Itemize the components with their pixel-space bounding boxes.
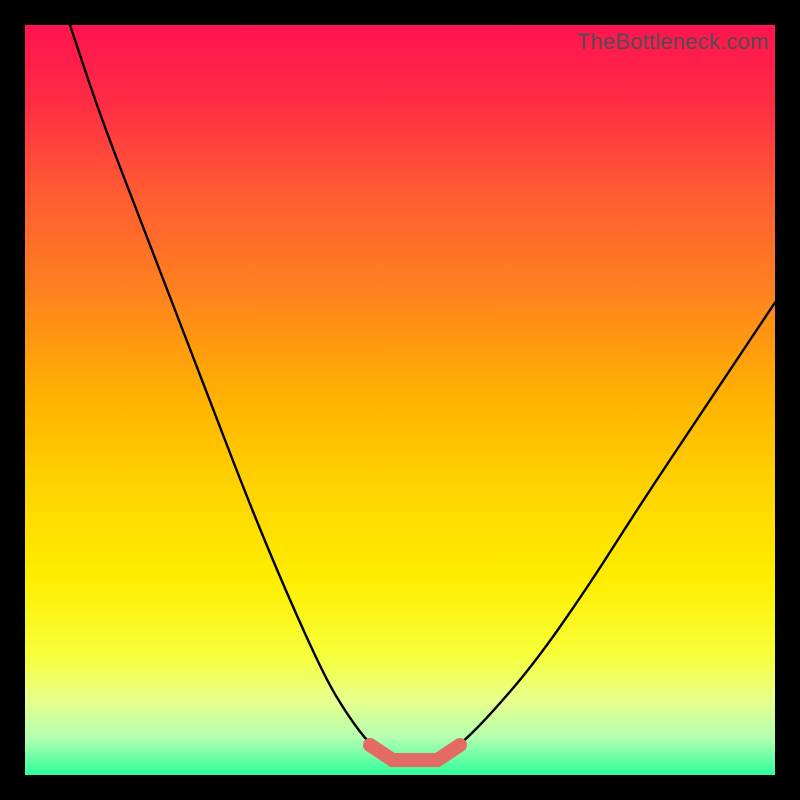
- bottleneck-curve: [25, 25, 775, 775]
- curve-highlight: [370, 745, 460, 760]
- watermark-text: TheBottleneck.com: [577, 29, 769, 55]
- plot-area: TheBottleneck.com: [25, 25, 775, 775]
- chart-frame: TheBottleneck.com: [0, 0, 800, 800]
- curve-line: [70, 25, 775, 760]
